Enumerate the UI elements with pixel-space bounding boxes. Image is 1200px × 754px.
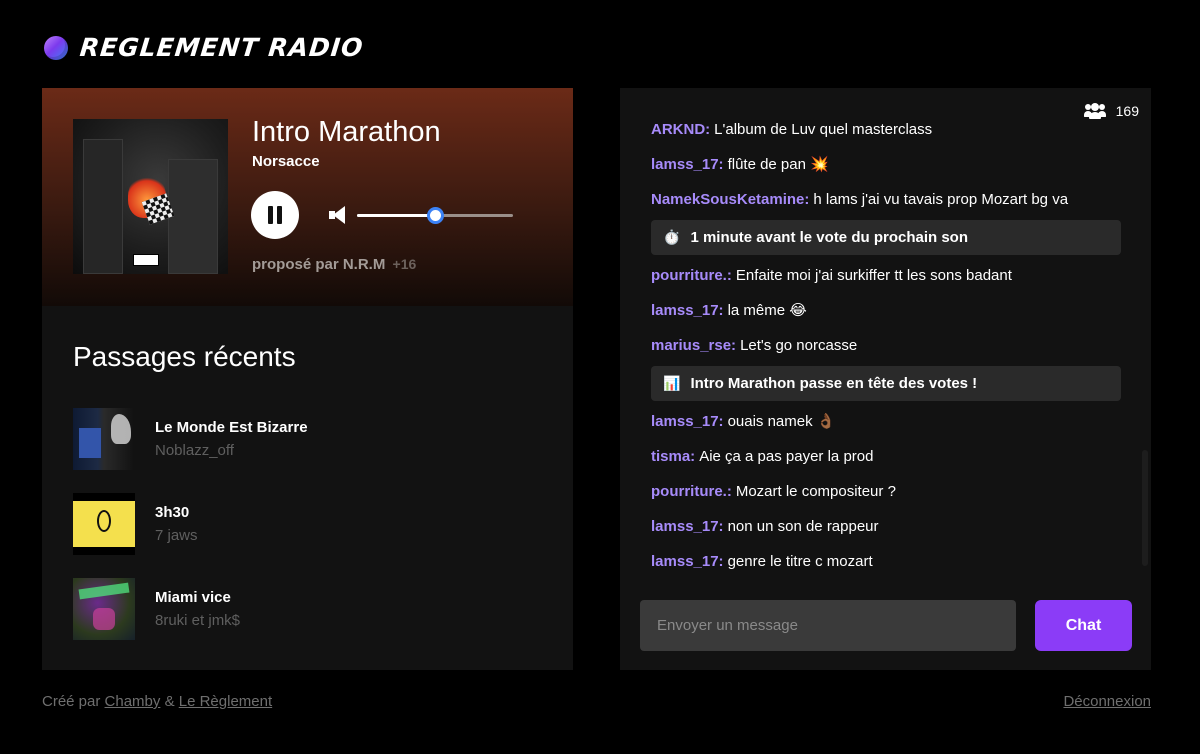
player-controls <box>251 191 513 239</box>
track-title: Intro Marathon <box>252 116 441 148</box>
recent-item[interactable]: Le Monde Est Bizarre Noblazz_off <box>73 396 543 481</box>
chat-username[interactable]: pourriture.: <box>651 483 732 500</box>
chat-username[interactable]: marius_rse: <box>651 337 736 354</box>
footer-credits: Créé par Chamby & Le Règlement <box>42 693 272 710</box>
chat-username[interactable]: lamss_17: <box>651 156 724 173</box>
chat-message-input[interactable] <box>640 600 1016 651</box>
chat-message-text: Aie ça a pas payer la prod <box>699 448 874 465</box>
vote-count: +16 <box>392 256 417 272</box>
proposed-by: proposé par N.R.M +16 <box>252 256 416 273</box>
pause-button[interactable] <box>251 191 299 239</box>
volume-icon[interactable] <box>329 206 347 224</box>
chat-username[interactable]: pourriture.: <box>651 267 732 284</box>
now-playing-card: Intro Marathon Norsacce proposé par N.R.… <box>42 88 573 306</box>
recent-heading: Passages récents <box>73 341 296 372</box>
chat-message: lamss_17: non un son de rappeur <box>651 509 1121 544</box>
chat-message: marius_rse: Let's go norcasse <box>651 328 1121 363</box>
track-thumbnail <box>73 407 135 470</box>
app-header: REGLEMENT RADIO <box>44 33 365 62</box>
system-message-text: 1 minute avant le vote du prochain son <box>690 229 968 246</box>
chat-message-text: flûte de pan 💥 <box>727 156 829 173</box>
app-title: REGLEMENT RADIO <box>78 33 365 62</box>
chat-message-text: L'album de Luv quel masterclass <box>714 121 933 138</box>
system-message-icon: 📊 <box>663 375 681 391</box>
logo-orb-icon <box>44 35 68 60</box>
chat-messages: ARKND: L'album de Luv quel masterclass lam… <box>651 112 1121 579</box>
system-message-icon: ⏱️ <box>663 229 681 245</box>
recent-list: Le Monde Est Bizarre Noblazz_off 3h30 7 … <box>73 396 543 651</box>
chat-username[interactable]: ARKND: <box>651 121 710 138</box>
track-thumbnail <box>73 492 135 555</box>
chat-message-text: la même 😂 <box>727 302 807 319</box>
chat-message: lamss_17: flûte de pan 💥 <box>651 147 1121 182</box>
volume-slider[interactable] <box>357 205 513 225</box>
chat-message-text: genre le titre c mozart <box>727 553 873 570</box>
chat-message: tisma: Aie ça a pas payer la prod <box>651 439 1121 474</box>
chat-username[interactable]: lamss_17: <box>651 553 724 570</box>
chat-message: pourriture.: Mozart le compositeur ? <box>651 474 1121 509</box>
chat-message: NamekSousKetamine: h lams j'ai vu tavais … <box>651 182 1121 217</box>
footer-link-reglement[interactable]: Le Règlement <box>179 693 272 710</box>
recent-tracks-card: Passages récents Le Monde Est Bizarre No… <box>42 306 573 670</box>
chat-scrollbar[interactable] <box>1142 450 1148 566</box>
chat-message: pourriture.: Enfaite moi j'ai surkiffer t… <box>651 258 1121 293</box>
chat-send-button[interactable]: Chat <box>1035 600 1132 651</box>
proposed-by-text: proposé par N.R.M <box>252 256 386 273</box>
recent-track-name: 3h30 <box>155 503 190 521</box>
logout-link[interactable]: Déconnexion <box>1063 693 1151 710</box>
system-message: 📊 Intro Marathon passe en tête des votes … <box>651 366 1121 401</box>
track-thumbnail <box>73 577 135 640</box>
chat-username[interactable]: lamss_17: <box>651 518 724 535</box>
recent-item[interactable]: 3h30 7 jaws <box>73 481 543 566</box>
chat-message: lamss_17: ouais namek 👌🏾 <box>651 404 1121 439</box>
chat-message: lamss_17: genre le titre c mozart <box>651 544 1121 579</box>
chat-message-text: Let's go norcasse <box>740 337 858 354</box>
recent-track-artist: 7 jaws <box>155 526 198 544</box>
chat-message-text: h lams j'ai vu tavais prop Mozart bg va <box>813 191 1069 208</box>
chat-message: ARKND: L'album de Luv quel masterclass <box>651 112 1121 147</box>
footer-created-by: Créé par <box>42 693 101 710</box>
recent-track-artist: 8ruki et jmk$ <box>155 611 241 629</box>
chat-panel: 169 ARKND: L'album de Luv quel masterclas… <box>620 88 1151 670</box>
chat-message-text: non un son de rappeur <box>727 518 879 535</box>
recent-track-name: Le Monde Est Bizarre <box>155 418 308 436</box>
footer-ampersand: & <box>164 693 175 710</box>
volume-slider-handle[interactable] <box>427 207 444 224</box>
pause-icon <box>268 206 273 224</box>
chat-message-text: Enfaite moi j'ai surkiffer tt les sons b… <box>735 267 1012 284</box>
chat-message-text: Mozart le compositeur ? <box>735 483 896 500</box>
chat-message: lamss_17: la même 😂 <box>651 293 1121 328</box>
footer-link-chamby[interactable]: Chamby <box>105 693 161 710</box>
recent-track-name: Miami vice <box>155 588 231 606</box>
system-message-text: Intro Marathon passe en tête des votes ! <box>690 375 978 392</box>
track-artist: Norsacce <box>252 153 320 170</box>
chat-username[interactable]: lamss_17: <box>651 413 724 430</box>
recent-item[interactable]: Miami vice 8ruki et jmk$ <box>73 566 543 651</box>
chat-username[interactable]: lamss_17: <box>651 302 724 319</box>
chat-message-text: ouais namek 👌🏾 <box>727 413 836 430</box>
chat-username[interactable]: NamekSousKetamine: <box>651 191 809 208</box>
system-message: ⏱️ 1 minute avant le vote du prochain son <box>651 220 1121 255</box>
chat-username[interactable]: tisma: <box>651 448 695 465</box>
recent-track-artist: Noblazz_off <box>155 441 234 459</box>
album-cover <box>73 119 228 274</box>
